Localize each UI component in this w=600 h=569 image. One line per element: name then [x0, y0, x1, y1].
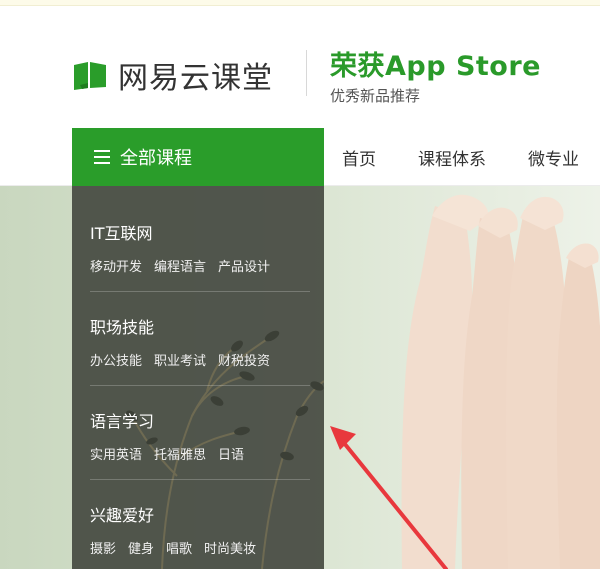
subcategory-link[interactable]: 唱歌 — [166, 538, 192, 557]
category-title[interactable]: 语言学习 — [90, 408, 312, 432]
subcategory-link[interactable]: 产品设计 — [218, 256, 270, 275]
subcategory-link[interactable]: 托福雅思 — [154, 444, 206, 463]
category-sidebar: IT互联网 移动开发 编程语言 产品设计 职场技能 办公技能 职业考试 财税投资… — [72, 186, 324, 569]
subcategory-link[interactable]: 财税投资 — [218, 350, 270, 369]
category-it[interactable]: IT互联网 移动开发 编程语言 产品设计 — [90, 220, 312, 275]
subcategory-link[interactable]: 时尚美妆 — [204, 538, 256, 557]
all-courses-button[interactable]: 全部课程 — [72, 128, 324, 186]
award-subtitle: 优秀新品推荐 — [330, 87, 421, 105]
header-divider — [306, 50, 307, 96]
category-workplace[interactable]: 职场技能 办公技能 职业考试 财税投资 — [90, 314, 312, 369]
award-title: 荣获App Store — [330, 51, 541, 82]
subcategory-link[interactable]: 实用英语 — [90, 444, 142, 463]
logo-text: 网易云课堂 — [118, 61, 273, 96]
category-divider — [90, 479, 310, 480]
app-store-award: 荣获App Store 优秀新品推荐 — [330, 44, 541, 106]
subcategory-link[interactable]: 健身 — [128, 538, 154, 557]
book-logo-icon — [74, 62, 106, 90]
category-language[interactable]: 语言学习 实用英语 托福雅思 日语 — [90, 408, 312, 463]
subcategory-link[interactable]: 办公技能 — [90, 350, 142, 369]
subcategory-link[interactable]: 日语 — [218, 444, 244, 463]
all-courses-label: 全部课程 — [120, 148, 192, 169]
nav-link-home[interactable]: 首页 — [342, 145, 376, 170]
hamburger-menu-icon — [94, 150, 110, 164]
main-nav: 全部课程 首页 课程体系 微专业 — [0, 128, 600, 186]
subcategory-link[interactable]: 职业考试 — [154, 350, 206, 369]
subcategory-link[interactable]: 编程语言 — [154, 256, 206, 275]
category-title[interactable]: IT互联网 — [90, 220, 312, 244]
nav-link-course-system[interactable]: 课程体系 — [418, 145, 486, 170]
nav-links: 首页 课程体系 微专业 — [342, 128, 600, 186]
subcategory-link[interactable]: 摄影 — [90, 538, 116, 557]
category-divider — [90, 385, 310, 386]
category-title[interactable]: 职场技能 — [90, 314, 312, 338]
subcategory-link[interactable]: 移动开发 — [90, 256, 142, 275]
nav-link-micro-major[interactable]: 微专业 — [528, 145, 579, 170]
category-title[interactable]: 兴趣爱好 — [90, 502, 312, 526]
category-hobbies[interactable]: 兴趣爱好 摄影 健身 唱歌 时尚美妆 — [90, 502, 312, 557]
site-logo[interactable]: 网易云课堂 — [72, 53, 273, 97]
category-divider — [90, 291, 310, 292]
site-header: 网易云课堂 荣获App Store 优秀新品推荐 — [0, 6, 600, 128]
